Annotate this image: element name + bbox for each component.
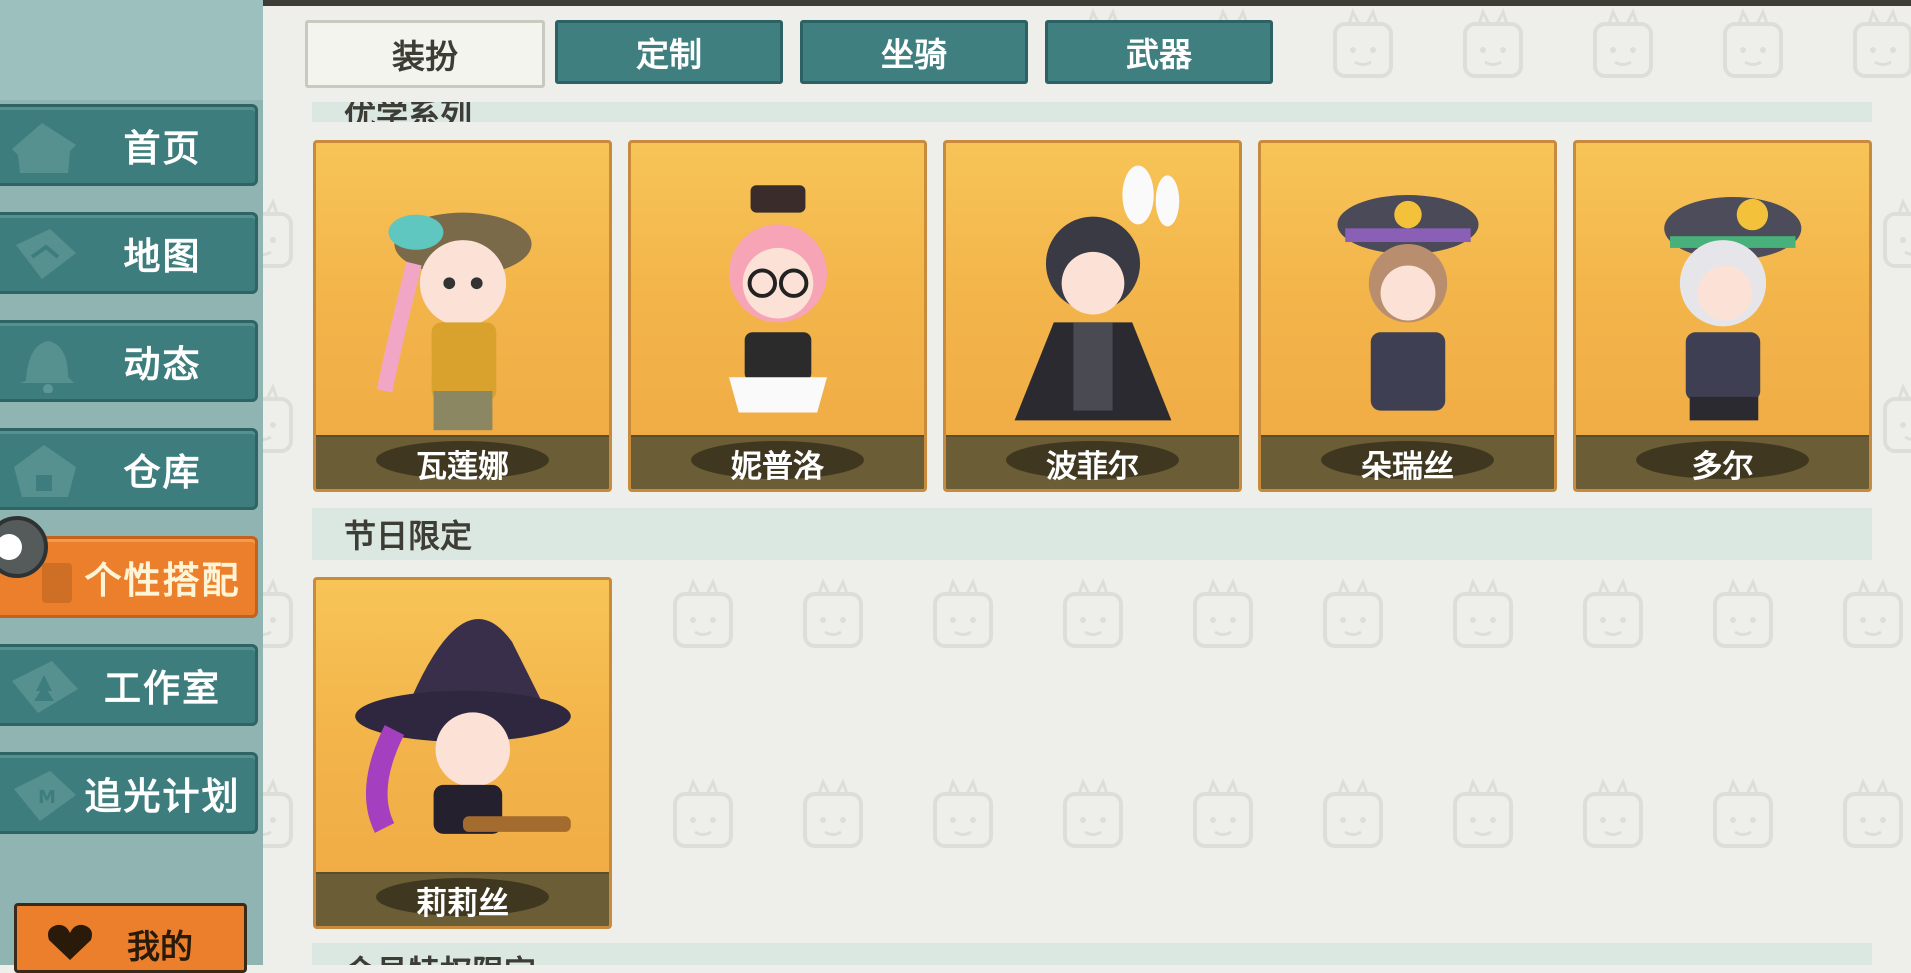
sidebar-item-map[interactable]: 地图 <box>0 212 258 294</box>
character-card-valena[interactable]: 瓦莲娜 <box>313 140 612 492</box>
character-art <box>728 185 827 413</box>
section-header-youxue: 优学系列 <box>312 102 1872 122</box>
section-title: 节日限定 <box>344 517 473 555</box>
sidebar-header <box>0 0 263 100</box>
tab-label: 坐骑 <box>881 35 947 74</box>
character-card-lilisi[interactable]: 莉莉丝 <box>313 577 612 929</box>
sidebar-item-label: 工作室 <box>104 667 221 710</box>
character-card-nipuluo[interactable]: 妮普洛 <box>628 140 927 492</box>
character-card-bofeier[interactable]: 波菲尔 <box>943 140 1242 492</box>
sidebar: 首页 地图 动态 仓库 个性搭配 工作室 M 追光计划 我的 <box>0 0 263 973</box>
tab-label: 装扮 <box>392 37 458 76</box>
my-button-label: 我的 <box>127 927 193 966</box>
character-name: 瓦莲娜 <box>416 448 509 485</box>
sidebar-item-label: 个性搭配 <box>84 559 241 602</box>
character-name: 多尔 <box>1691 448 1754 485</box>
character-name: 朵瑞丝 <box>1361 448 1454 485</box>
character-art <box>376 212 532 431</box>
tab-mount[interactable]: 坐骑 <box>800 20 1028 84</box>
section-title: 优学系列 <box>344 102 473 122</box>
character-card-duoer[interactable]: 多尔 <box>1573 140 1872 492</box>
sidebar-item-label: 仓库 <box>123 451 202 494</box>
sidebar-item-label: 动态 <box>123 343 202 386</box>
character-art <box>1014 165 1180 421</box>
section-header-vip: 会员特权限定 <box>312 943 1872 965</box>
section-title: 会员特权限定 <box>344 947 536 965</box>
character-name: 波菲尔 <box>1046 448 1139 485</box>
tab-weapon[interactable]: 武器 <box>1045 20 1273 84</box>
sidebar-item-feed[interactable]: 动态 <box>0 320 258 402</box>
tab-custom[interactable]: 定制 <box>555 20 783 84</box>
heart-icon <box>48 924 92 960</box>
sidebar-item-studio[interactable]: 工作室 <box>0 644 258 726</box>
card-caption: 波菲尔 <box>946 435 1239 489</box>
sidebar-item-storage[interactable]: 仓库 <box>0 428 258 510</box>
section-header-festival: 节日限定 <box>312 508 1872 560</box>
character-card-duoruisi[interactable]: 朵瑞丝 <box>1258 140 1557 492</box>
character-name: 妮普洛 <box>731 448 824 485</box>
card-caption: 多尔 <box>1576 435 1869 489</box>
card-caption: 朵瑞丝 <box>1261 435 1554 489</box>
character-art <box>355 618 571 834</box>
card-caption: 莉莉丝 <box>316 872 609 926</box>
sidebar-item-home[interactable]: 首页 <box>0 104 258 186</box>
svg-text:M: M <box>38 787 56 808</box>
sidebar-item-label: 首页 <box>123 127 202 170</box>
tab-label: 武器 <box>1126 35 1192 74</box>
sidebar-item-label: 地图 <box>123 235 202 278</box>
sidebar-item-lightchase[interactable]: M 追光计划 <box>0 752 258 834</box>
character-art <box>1664 196 1802 421</box>
character-name: 莉莉丝 <box>416 885 509 922</box>
my-button[interactable]: 我的 <box>14 903 247 973</box>
character-art <box>1337 195 1479 411</box>
card-caption: 妮普洛 <box>631 435 924 489</box>
tab-outfit[interactable]: 装扮 <box>305 20 545 88</box>
tab-label: 定制 <box>636 35 702 74</box>
card-caption: 瓦莲娜 <box>316 435 609 489</box>
sidebar-item-label: 追光计划 <box>84 775 241 818</box>
